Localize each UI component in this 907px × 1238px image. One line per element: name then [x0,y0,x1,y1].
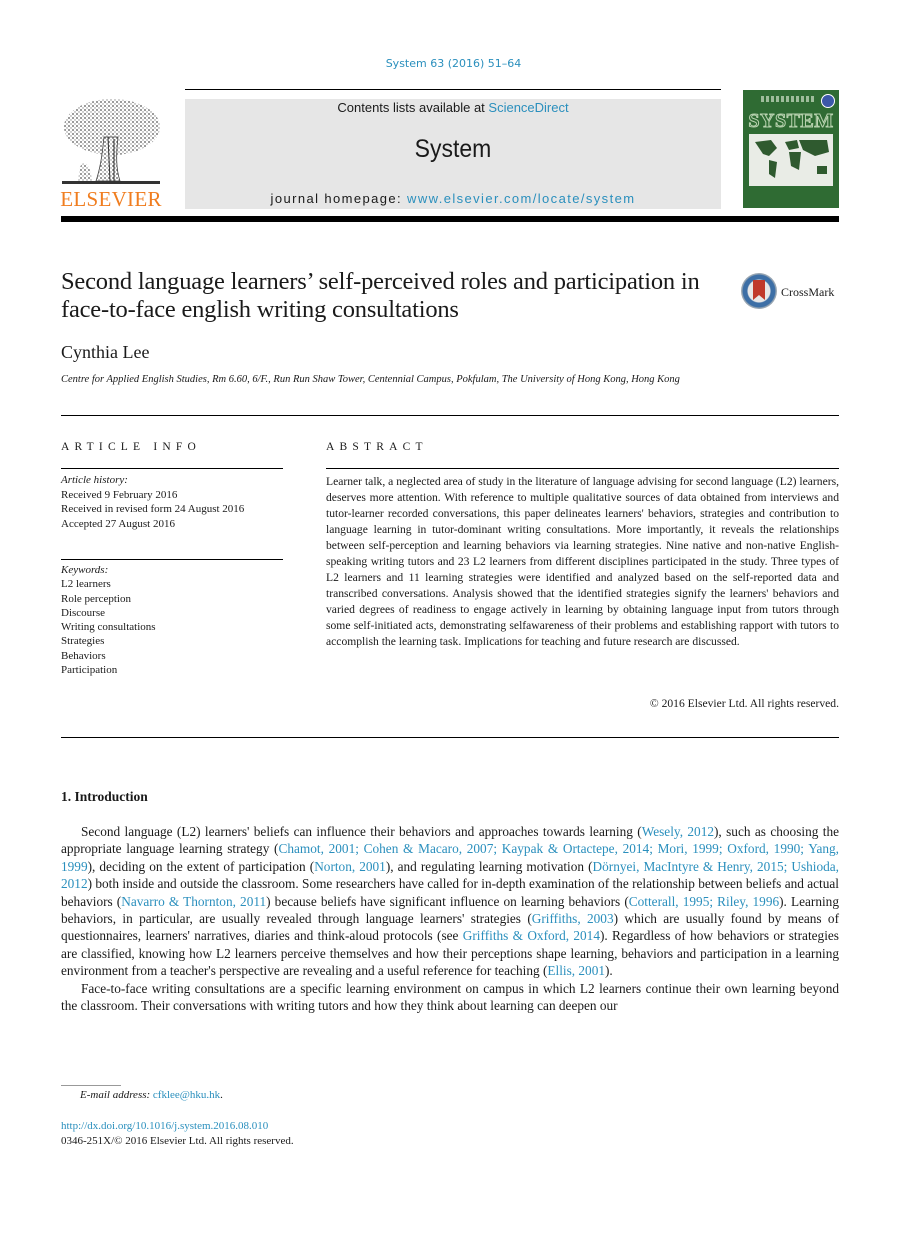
article-history-label: Article history: [61,474,128,486]
sciencedirect-link[interactable]: ScienceDirect [488,100,568,115]
doi-link[interactable]: http://dx.doi.org/10.1016/j.system.2016.… [61,1120,268,1132]
citation-link[interactable]: Griffiths & Oxford, 2014 [463,928,600,943]
abstract-copyright: © 2016 Elsevier Ltd. All rights reserved… [649,697,839,710]
crossmark-label: CrossMark [781,285,835,299]
journal-name: System [414,135,492,163]
journal-cover-image[interactable]: SYSTEM [743,90,839,208]
keywords-list: Keywords: L2 learners Role perception Di… [61,563,156,677]
author-name: Cynthia Lee [61,342,150,362]
homepage-prefix: journal homepage: [270,191,408,206]
email-footnote: E-mail address: cfklee@hku.hk. [80,1089,223,1101]
keyword-item: L2 learners [61,578,111,591]
body-text: ). [605,963,613,979]
citation-link[interactable]: Norton, 2001 [314,859,386,874]
introduction-heading: 1. Introduction [61,789,148,804]
citation-link[interactable]: Ellis, 2001 [547,963,605,978]
homepage-line: journal homepage: www.elsevier.com/locat… [185,191,721,206]
cover-subtitle-lines [761,96,815,102]
citation-link[interactable]: Cotterall, 1995; Riley, 1996 [629,894,779,909]
elsevier-tree-icon [62,99,160,184]
article-title: Second language learners’ self-perceived… [61,268,700,323]
contents-prefix: Contents lists available at [337,100,489,115]
article-info-rule [61,468,283,469]
crossmark-button[interactable]: CrossMark [741,273,851,313]
citation-link[interactable]: Griffiths, 2003 [532,911,614,926]
history-accepted: Accepted 27 August 2016 [61,517,175,530]
citation-link[interactable]: Wesely, 2012 [642,824,714,839]
citation-link[interactable]: Navarro & Thornton, 2011 [121,894,266,909]
cover-badge-icon [821,94,835,108]
keyword-item: Role perception [61,592,131,605]
body-paragraph: Second language (L2) learners' beliefs c… [61,823,839,980]
keywords-label: Keywords: [61,564,109,576]
abstract-rule [326,468,839,469]
keyword-item: Writing consultations [61,621,156,634]
keyword-item: Participation [61,664,118,677]
body-text: ), deciding on the extent of participati… [87,858,315,874]
section-rule [61,737,839,738]
keyword-item: Strategies [61,635,105,648]
world-map-icon [749,134,833,186]
body-text: ) because beliefs have significant influ… [266,893,629,909]
body-text: Second language (L2) learners' beliefs c… [81,824,642,839]
header-thick-rule [61,216,839,222]
contents-line: Contents lists available at ScienceDirec… [185,100,721,115]
email-suffix: . [220,1089,223,1101]
email-link[interactable]: cfklee@hku.hk [153,1089,220,1101]
homepage-link[interactable]: www.elsevier.com/locate/system [407,191,635,206]
article-history: Article history: Received 9 February 201… [61,473,244,531]
keyword-item: Discourse [61,606,105,619]
section-rule [61,415,839,416]
abstract-text: Learner talk, a neglected area of study … [326,475,839,648]
author-affiliation: Centre for Applied English Studies, Rm 6… [61,374,680,385]
article-info-heading: ARTICLE INFO [61,441,201,453]
history-revised: Received in revised form 24 August 2016 [61,503,245,515]
keyword-item: Behaviors [61,649,106,662]
elsevier-wordmark: ELSEVIER [60,187,162,211]
keywords-rule [61,559,283,560]
abstract-heading: ABSTRACT [326,441,428,453]
history-received: Received 9 February 2016 [61,488,178,501]
elsevier-logo[interactable]: ELSEVIER [60,97,162,212]
body-paragraph: Face-to-face writing consultations are a… [61,980,839,1014]
journal-citation-link[interactable]: System 63 (2016) 51–64 [0,57,907,70]
body-text: ), and regulating learning motivation ( [385,858,593,874]
issn-copyright: 0346-251X/© 2016 Elsevier Ltd. All right… [61,1135,294,1147]
header-rule [185,89,721,90]
cover-title: SYSTEM [748,110,834,133]
journal-banner: Contents lists available at ScienceDirec… [185,99,721,209]
footnote-rule [61,1085,121,1086]
introduction-body: Second language (L2) learners' beliefs c… [61,823,839,1014]
email-label: E-mail address: [80,1089,151,1101]
